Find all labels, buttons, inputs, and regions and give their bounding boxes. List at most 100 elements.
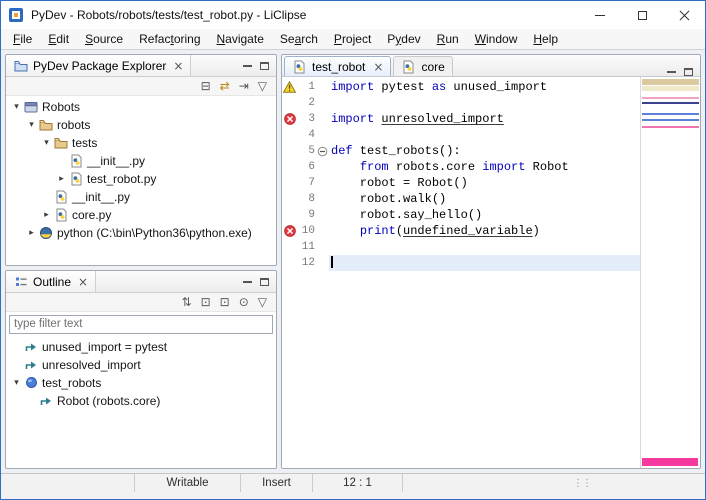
- package-explorer-item[interactable]: ▾ Robots: [6, 98, 276, 116]
- view-menu-icon[interactable]: ▽: [258, 296, 267, 308]
- code-text: [329, 255, 640, 271]
- marker-spacer: [282, 175, 297, 191]
- code-line-12[interactable]: 12: [282, 255, 640, 271]
- editor-tab-test_robot[interactable]: test_robot×: [284, 56, 391, 76]
- code-text: robot.walk(): [329, 191, 640, 207]
- minimap-stripe: [642, 97, 699, 99]
- menu-refactoring[interactable]: Refactoring: [131, 30, 208, 48]
- collapse-all-icon[interactable]: ⊡: [201, 296, 211, 308]
- code-text: def test_robots():: [329, 143, 640, 159]
- expand-all-icon[interactable]: ⊡: [220, 296, 230, 308]
- focus-on-active-task-icon[interactable]: ⇥: [239, 80, 249, 92]
- marker-spacer: [282, 207, 297, 223]
- code-line-7[interactable]: 7 robot = Robot(): [282, 175, 640, 191]
- editor-tab-core[interactable]: core: [393, 56, 452, 76]
- collapse-arrow-icon[interactable]: ▾: [10, 378, 23, 388]
- minimize-icon: [595, 15, 605, 16]
- menu-pydev[interactable]: Pydev: [379, 30, 428, 48]
- outline-item[interactable]: ▾test_robots: [6, 374, 276, 392]
- outline-item[interactable]: unused_import = pytest: [6, 338, 276, 356]
- minimap-progress-bar: [642, 458, 698, 466]
- code-line-1[interactable]: 1import pytest as unused_import: [282, 79, 640, 95]
- view-menu-icon[interactable]: ▽: [258, 80, 267, 92]
- collapse-arrow-icon[interactable]: ▾: [25, 120, 38, 130]
- status-insert-mode: Insert: [240, 474, 312, 492]
- minimize-view-button[interactable]: [243, 65, 252, 67]
- package-explorer-item[interactable]: __init__.py: [6, 152, 276, 170]
- filter-input[interactable]: [9, 315, 273, 334]
- expand-arrow-icon[interactable]: ▸: [40, 210, 53, 220]
- minimize-editor-button[interactable]: [667, 71, 676, 73]
- minimize-button[interactable]: [579, 1, 621, 29]
- minimize-editor-icon: [667, 71, 676, 73]
- package-explorer-item[interactable]: ▾tests: [6, 134, 276, 152]
- window-controls: [579, 1, 705, 29]
- outline-item[interactable]: unresolved_import: [6, 356, 276, 374]
- view-tab-outline[interactable]: Outline ×: [6, 271, 96, 292]
- minimize-view-button[interactable]: [243, 281, 252, 283]
- close-view-icon[interactable]: ×: [173, 59, 183, 73]
- outline-item[interactable]: Robot (robots.core): [6, 392, 276, 410]
- error-marker-icon[interactable]: [282, 111, 297, 127]
- package-explorer-item[interactable]: __init__.py: [6, 188, 276, 206]
- link-with-editor-icon[interactable]: ⇄: [220, 80, 230, 92]
- project-icon: [23, 100, 39, 114]
- title-bar[interactable]: PyDev - Robots/robots/tests/test_robot.p…: [1, 1, 705, 29]
- menu-window[interactable]: Window: [467, 30, 526, 48]
- code-line-5[interactable]: 5def test_robots():: [282, 143, 640, 159]
- package-explorer-item-label: Robots: [42, 100, 80, 114]
- close-tab-icon[interactable]: ×: [373, 60, 383, 74]
- view-header-buttons: [243, 271, 276, 292]
- code-text: import pytest as unused_import: [329, 79, 640, 95]
- outline-item-label: unused_import = pytest: [42, 340, 167, 354]
- maximize-editor-button[interactable]: [684, 68, 693, 76]
- menu-project[interactable]: Project: [326, 30, 379, 48]
- package-explorer-item-label: test_robot.py: [87, 172, 156, 186]
- outline-tree: unused_import = pytestunresolved_import▾…: [6, 336, 276, 469]
- package-explorer-item[interactable]: ▸core.py: [6, 206, 276, 224]
- code-line-10[interactable]: 10 print(undefined_variable): [282, 223, 640, 239]
- expand-arrow-icon[interactable]: ▸: [25, 228, 38, 238]
- sort-alphabetically-icon[interactable]: ⇅: [182, 296, 192, 308]
- close-view-icon[interactable]: ×: [78, 275, 88, 289]
- status-writable: Writable: [134, 474, 240, 492]
- line-number: 10: [297, 223, 316, 239]
- maximize-view-button[interactable]: [260, 62, 269, 70]
- code-line-6[interactable]: 6 from robots.core import Robot: [282, 159, 640, 175]
- menu-source[interactable]: Source: [77, 30, 131, 48]
- maximize-button[interactable]: [621, 1, 663, 29]
- editor-header-buttons: [667, 68, 700, 76]
- menu-file[interactable]: File: [5, 30, 40, 48]
- view-tab-package-explorer[interactable]: PyDev Package Explorer ×: [6, 55, 191, 76]
- code-editor[interactable]: 1import pytest as unused_import23import …: [282, 77, 640, 468]
- package-explorer-item[interactable]: ▾robots: [6, 116, 276, 134]
- code-line-9[interactable]: 9 robot.say_hello(): [282, 207, 640, 223]
- collapse-arrow-icon[interactable]: ▾: [10, 102, 23, 112]
- fold-collapse-icon[interactable]: [316, 143, 329, 159]
- error-marker-icon[interactable]: [282, 223, 297, 239]
- maximize-view-button[interactable]: [260, 278, 269, 286]
- collapse-all-icon[interactable]: ⊟: [201, 80, 211, 92]
- menu-navigate[interactable]: Navigate: [209, 30, 272, 48]
- minimap-overview-ruler[interactable]: [640, 77, 700, 468]
- code-line-2[interactable]: 2: [282, 95, 640, 111]
- code-line-3[interactable]: 3import unresolved_import: [282, 111, 640, 127]
- collapse-arrow-icon[interactable]: ▾: [40, 138, 53, 148]
- code-line-4[interactable]: 4: [282, 127, 640, 143]
- menu-search[interactable]: Search: [272, 30, 326, 48]
- menu-help[interactable]: Help: [525, 30, 566, 48]
- package-explorer-item[interactable]: ▸python (C:\bin\Python36\python.exe): [6, 224, 276, 242]
- code-line-8[interactable]: 8 robot.walk(): [282, 191, 640, 207]
- minimap-stripe: [642, 102, 699, 104]
- line-number: 11: [297, 239, 316, 255]
- warning-marker-icon[interactable]: [282, 79, 297, 95]
- package-explorer-item[interactable]: ▸ test_robot.py: [6, 170, 276, 188]
- menu-run[interactable]: Run: [429, 30, 467, 48]
- expand-arrow-icon[interactable]: ▸: [55, 174, 68, 184]
- hide-non-public-icon[interactable]: ⊙: [239, 296, 249, 308]
- menu-edit[interactable]: Edit: [40, 30, 77, 48]
- interpreter-icon: [38, 226, 54, 240]
- close-button[interactable]: [663, 1, 705, 29]
- code-line-11[interactable]: 11: [282, 239, 640, 255]
- view-title: PyDev Package Explorer: [33, 59, 166, 73]
